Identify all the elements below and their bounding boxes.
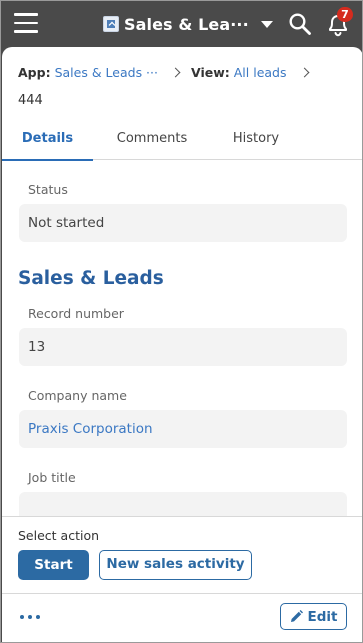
company-name-link[interactable]: Praxis Corporation xyxy=(19,410,347,448)
search-icon[interactable] xyxy=(288,12,312,36)
breadcrumb-app-label: App: xyxy=(18,65,51,80)
divider xyxy=(2,593,362,594)
app-switcher[interactable]: Sales & Lea··· xyxy=(103,11,273,37)
start-button[interactable]: Start xyxy=(18,550,89,580)
record-number-label: Record number xyxy=(28,306,124,321)
chevron-down-icon xyxy=(260,20,273,28)
app-title: Sales & Lea··· xyxy=(124,14,249,34)
edit-button[interactable]: Edit xyxy=(280,603,347,630)
status-label: Status xyxy=(28,182,68,197)
select-action-label: Select action xyxy=(18,528,100,543)
pencil-icon xyxy=(290,610,303,622)
record-panel: App: Sales & Leads ··· View: All leads 4… xyxy=(2,47,362,642)
breadcrumb-app-link[interactable]: Sales & Leads ··· xyxy=(55,65,158,80)
edit-label: Edit xyxy=(307,608,338,625)
section-title: Sales & Leads xyxy=(18,268,164,289)
company-name-label: Company name xyxy=(28,388,127,403)
tab-details[interactable]: Details xyxy=(2,120,93,161)
app-frame: Sales & Lea··· 7 App: Sales & Leads ··· … xyxy=(0,0,363,643)
record-tabs: Details Comments History xyxy=(2,120,362,161)
tab-history[interactable]: History xyxy=(216,120,296,160)
chevron-right-icon xyxy=(299,67,309,78)
job-title-label: Job title xyxy=(28,470,76,485)
breadcrumb-view-label: View: xyxy=(190,65,230,80)
breadcrumb-view-link[interactable]: All leads xyxy=(234,65,287,80)
breadcrumb: App: Sales & Leads ··· View: All leads xyxy=(18,65,320,80)
top-bar: Sales & Lea··· 7 xyxy=(1,1,362,47)
tab-comments[interactable]: Comments xyxy=(108,120,196,160)
chevron-right-icon xyxy=(170,67,181,78)
notification-badge: 7 xyxy=(337,7,353,22)
record-number-value: 13 xyxy=(19,328,347,366)
hamburger-menu-icon[interactable] xyxy=(14,13,38,33)
status-value: Not started xyxy=(19,204,347,242)
action-bar: Select action Start New sales activity E… xyxy=(2,516,362,642)
more-options-icon[interactable] xyxy=(20,613,46,621)
new-sales-activity-button[interactable]: New sales activity xyxy=(99,550,252,580)
record-id: 444 xyxy=(18,93,43,108)
app-icon xyxy=(103,16,119,32)
